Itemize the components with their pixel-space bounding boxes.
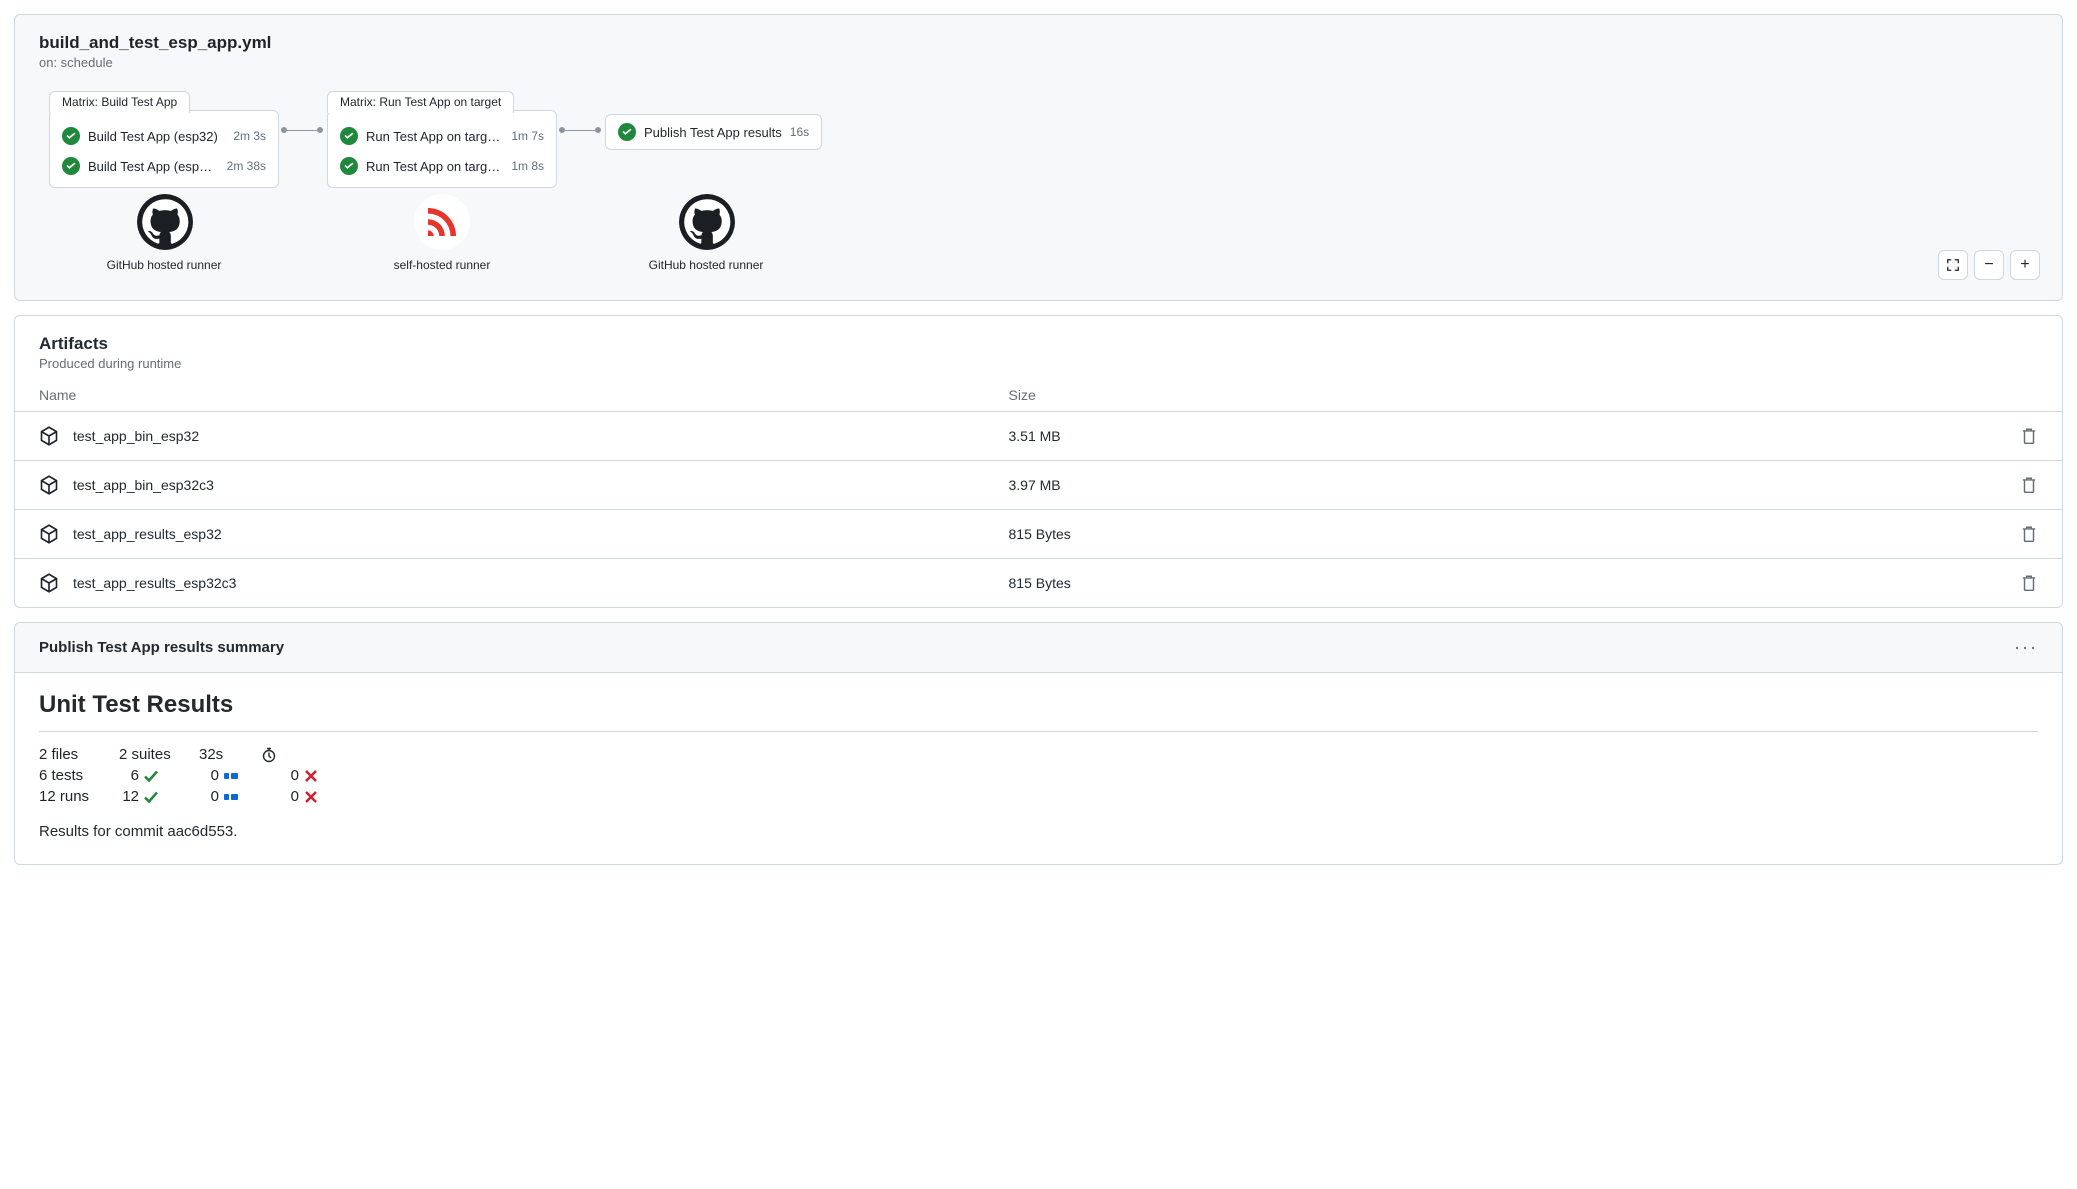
job-name: Build Test App (esp32) [88, 129, 225, 144]
minus-icon: − [1984, 256, 1993, 274]
success-icon [62, 157, 80, 175]
artifacts-panel: Artifacts Produced during runtime Name S… [14, 315, 2063, 608]
summary-menu-button[interactable]: ··· [2014, 637, 2038, 658]
artifact-row[interactable]: test_app_bin_esp32 3.51 MB [15, 411, 2062, 460]
job-build-esp32c3[interactable]: Build Test App (esp32c3) 2m 38s [50, 151, 278, 181]
workflow-graph-panel: build_and_test_esp_app.yml on: schedule … [14, 14, 2063, 301]
summary-line-runs: 12 runs 12 0 0 [39, 788, 2038, 805]
col-name: Name [39, 387, 1009, 403]
matrix-build-test-app[interactable]: Matrix: Build Test App Build Test App (e… [49, 110, 279, 188]
job-build-esp32[interactable]: Build Test App (esp32) 2m 3s [50, 121, 278, 151]
package-icon [39, 524, 59, 544]
summary-line-tests: 6 tests 6 0 0 [39, 767, 2038, 784]
success-icon [340, 127, 358, 145]
artifact-name: test_app_results_esp32c3 [73, 575, 236, 591]
delete-artifact-button[interactable] [2020, 525, 2038, 543]
job-duration: 16s [790, 125, 809, 139]
job-duration: 1m 7s [511, 129, 544, 143]
graph-area: Matrix: Build Test App Build Test App (e… [39, 90, 2038, 290]
summary-panel: Publish Test App results summary ··· Uni… [14, 622, 2063, 865]
skip-icon [223, 789, 239, 805]
workflow-filename: build_and_test_esp_app.yml [39, 33, 2038, 53]
job-name: Publish Test App results [644, 125, 782, 140]
artifact-name: test_app_bin_esp32c3 [73, 477, 214, 493]
artifacts-subtitle: Produced during runtime [39, 356, 2038, 371]
fail-icon [303, 789, 319, 805]
commit-line: Results for commit aac6d553. [39, 823, 2038, 840]
artifacts-header-row: Name Size [15, 379, 2062, 411]
success-icon [62, 127, 80, 145]
fullscreen-icon [1946, 258, 1960, 272]
matrix-run-test-app[interactable]: Matrix: Run Test App on target Run Test … [327, 110, 557, 188]
summary-title: Unit Test Results [39, 691, 2038, 719]
package-icon [39, 426, 59, 446]
matrix-tab-label: Matrix: Run Test App on target [327, 91, 514, 113]
artifact-row[interactable]: test_app_results_esp32 815 Bytes [15, 509, 2062, 558]
artifact-size: 3.51 MB [1009, 428, 1979, 444]
job-run-target-0[interactable]: Run Test App on target (e... 1m 7s [328, 121, 556, 151]
package-icon [39, 475, 59, 495]
fullscreen-button[interactable] [1938, 250, 1968, 280]
runner-label: GitHub hosted runner [89, 258, 239, 272]
job-name: Run Test App on target (e... [366, 129, 503, 144]
artifact-size: 815 Bytes [1009, 575, 1979, 591]
package-icon [39, 573, 59, 593]
runner-label: self-hosted runner [367, 258, 517, 272]
zoom-in-button[interactable]: + [2010, 250, 2040, 280]
job-duration: 1m 8s [511, 159, 544, 173]
stopwatch-icon [261, 747, 277, 763]
job-duration: 2m 38s [227, 159, 266, 173]
job-name: Run Test App on target (e... [366, 159, 503, 174]
col-size: Size [1009, 387, 1979, 403]
artifact-size: 3.97 MB [1009, 477, 1979, 493]
check-icon [143, 768, 159, 784]
job-duration: 2m 3s [233, 129, 266, 143]
success-icon [618, 123, 636, 141]
summary-header: Publish Test App results summary [39, 639, 284, 656]
graph-zoom-controls: − + [1938, 250, 2040, 280]
job-publish-results[interactable]: Publish Test App results 16s [605, 114, 822, 150]
job-name: Build Test App (esp32c3) [88, 159, 219, 174]
success-icon [340, 157, 358, 175]
zoom-out-button[interactable]: − [1974, 250, 2004, 280]
delete-artifact-button[interactable] [2020, 574, 2038, 592]
fail-icon [303, 768, 319, 784]
plus-icon: + [2020, 256, 2029, 274]
summary-line-files: 2 files 2 suites 32s [39, 746, 2038, 763]
runner-label: GitHub hosted runner [631, 258, 781, 272]
artifact-row[interactable]: test_app_bin_esp32c3 3.97 MB [15, 460, 2062, 509]
github-logo-icon [137, 194, 193, 250]
artifact-name: test_app_bin_esp32 [73, 428, 199, 444]
espressif-logo-icon [414, 194, 470, 250]
delete-artifact-button[interactable] [2020, 476, 2038, 494]
job-run-target-1[interactable]: Run Test App on target (e... 1m 8s [328, 151, 556, 181]
workflow-trigger: on: schedule [39, 55, 2038, 70]
check-icon [143, 789, 159, 805]
skip-icon [223, 768, 239, 784]
artifact-name: test_app_results_esp32 [73, 526, 222, 542]
github-logo-icon [679, 194, 735, 250]
artifacts-title: Artifacts [39, 334, 2038, 354]
delete-artifact-button[interactable] [2020, 427, 2038, 445]
matrix-tab-label: Matrix: Build Test App [49, 91, 190, 113]
artifact-row[interactable]: test_app_results_esp32c3 815 Bytes [15, 558, 2062, 607]
artifact-size: 815 Bytes [1009, 526, 1979, 542]
